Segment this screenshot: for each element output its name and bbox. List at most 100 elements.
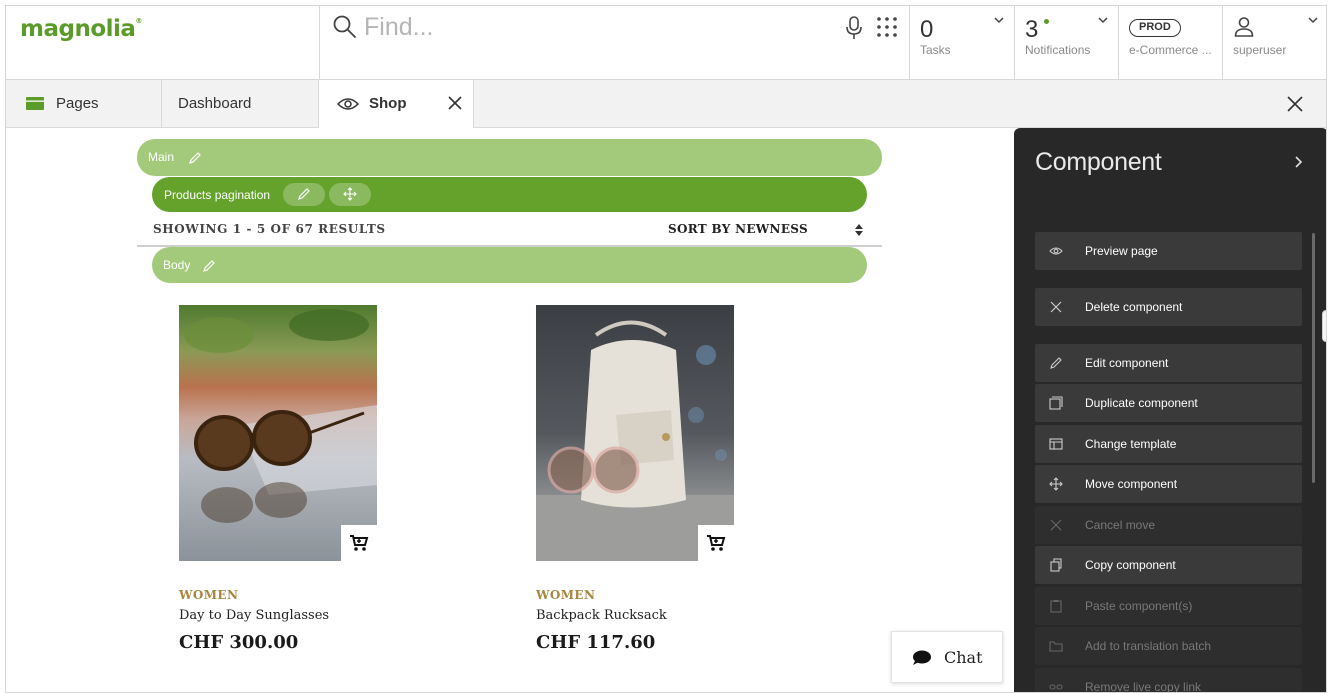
- body-area-bar[interactable]: Body: [152, 247, 867, 283]
- notifications-indicator[interactable]: 3 Notifications: [1015, 6, 1119, 80]
- pages-app-icon: [26, 97, 44, 110]
- product-image-backpack[interactable]: [536, 305, 734, 561]
- paste-component-action[interactable]: Paste component(s): [1035, 587, 1302, 625]
- action-label: Delete component: [1085, 300, 1183, 314]
- pencil-icon[interactable]: [188, 151, 202, 165]
- panel-scrollbar[interactable]: [1312, 233, 1315, 483]
- move-icon: [343, 187, 357, 201]
- magnolia-logo[interactable]: magnolia®: [20, 16, 142, 42]
- move-pagination-button[interactable]: [329, 183, 371, 206]
- product-category: WOMEN: [536, 588, 596, 602]
- product-price: CHF 300.00: [179, 632, 299, 653]
- product-image-sunglasses[interactable]: [179, 305, 377, 561]
- eye-icon: [337, 98, 359, 110]
- notification-dot: [1044, 19, 1049, 24]
- close-icon[interactable]: [448, 96, 462, 110]
- app-window: magnolia® 0 Tasks: [5, 5, 1327, 693]
- chat-bubble-icon: [913, 650, 931, 665]
- notifications-count: 3: [1025, 16, 1039, 43]
- tasks-count: 0: [920, 16, 934, 43]
- search-bar: [320, 6, 910, 80]
- component-action-panel: Component Preview page Delete component …: [1014, 128, 1326, 693]
- product-price: CHF 117.60: [536, 632, 656, 653]
- add-to-cart-button[interactable]: [698, 525, 734, 561]
- action-label: Add to translation batch: [1085, 639, 1212, 653]
- tab-pages-label: Pages: [56, 95, 99, 112]
- environment-indicator[interactable]: PROD e-Commerce ...: [1119, 6, 1223, 80]
- action-label: Preview page: [1085, 244, 1158, 258]
- tab-bar: Pages Dashboard Shop: [6, 80, 1326, 129]
- notifications-label: Notifications: [1025, 43, 1091, 57]
- move-icon: [1049, 477, 1063, 491]
- tasks-indicator[interactable]: 0 Tasks: [910, 6, 1015, 80]
- chevron-down-icon[interactable]: [1098, 16, 1108, 24]
- action-label: Edit component: [1085, 356, 1169, 370]
- chevron-down-icon[interactable]: [1308, 16, 1318, 24]
- app-launcher-icon[interactable]: [876, 16, 898, 38]
- add-to-cart-button[interactable]: [341, 525, 377, 561]
- eye-icon: [1049, 247, 1063, 255]
- remove-live-copy-link-action[interactable]: Remove live copy link: [1035, 668, 1302, 693]
- product-name[interactable]: Day to Day Sunglasses: [179, 608, 439, 623]
- action-label: Paste component(s): [1085, 599, 1193, 613]
- logo-area[interactable]: magnolia®: [6, 6, 320, 80]
- unlink-icon: [1049, 684, 1063, 690]
- microphone-icon[interactable]: [844, 16, 864, 40]
- product-category: WOMEN: [179, 588, 239, 602]
- chevron-down-icon[interactable]: [994, 16, 1004, 24]
- user-icon: [1234, 17, 1254, 37]
- sort-arrows-icon[interactable]: [855, 224, 863, 236]
- copy-component-action[interactable]: Copy component: [1035, 546, 1302, 584]
- action-label: Change template: [1085, 437, 1177, 451]
- tab-shop[interactable]: Shop: [319, 80, 474, 129]
- action-label: Cancel move: [1085, 518, 1156, 532]
- product-name[interactable]: Backpack Rucksack: [536, 608, 796, 623]
- duplicate-component-action[interactable]: Duplicate component: [1035, 384, 1302, 422]
- action-label: Move component: [1085, 477, 1178, 491]
- change-template-action[interactable]: Change template: [1035, 425, 1302, 463]
- tab-shop-label: Shop: [369, 95, 407, 112]
- cart-icon: [350, 535, 369, 551]
- search-icon[interactable]: [332, 14, 358, 40]
- body-area-label: Body: [163, 258, 191, 272]
- move-component-action[interactable]: Move component: [1035, 465, 1302, 503]
- folder-icon: [1049, 641, 1063, 652]
- action-label: Duplicate component: [1085, 396, 1198, 410]
- username: superuser: [1233, 43, 1287, 57]
- edit-pagination-button[interactable]: [283, 183, 325, 206]
- sort-select[interactable]: SORT BY NEWNESS: [668, 222, 808, 236]
- chevron-right-icon[interactable]: [1294, 156, 1304, 168]
- edit-component-action[interactable]: Edit component: [1035, 344, 1302, 382]
- tab-pages[interactable]: Pages: [6, 80, 162, 128]
- panel-title: Component: [1035, 148, 1162, 176]
- products-pagination-bar[interactable]: Products pagination: [152, 177, 867, 212]
- cancel-move-action[interactable]: Cancel move: [1035, 506, 1302, 544]
- template-icon: [1049, 438, 1063, 450]
- pencil-icon[interactable]: [202, 259, 216, 273]
- copy-icon: [1050, 558, 1062, 572]
- products-pagination-label: Products pagination: [164, 188, 271, 202]
- main-area-bar[interactable]: Main: [137, 139, 882, 176]
- app-header: magnolia® 0 Tasks: [6, 6, 1326, 80]
- close-app-icon[interactable]: [1287, 96, 1303, 112]
- page-preview: Main Products pagination SHOWING 1 - 5 O…: [6, 128, 1014, 692]
- pencil-icon: [1050, 357, 1062, 369]
- tab-dashboard[interactable]: Dashboard: [162, 80, 319, 128]
- main-area-label: Main: [148, 150, 175, 164]
- environment-label: e-Commerce ...: [1129, 43, 1212, 57]
- delete-component-action[interactable]: Delete component: [1035, 288, 1302, 326]
- search-input[interactable]: [364, 10, 804, 44]
- tasks-label: Tasks: [920, 43, 951, 57]
- preview-page-action[interactable]: Preview page: [1035, 232, 1302, 270]
- clipboard-icon: [1050, 600, 1062, 613]
- user-menu[interactable]: superuser: [1223, 6, 1326, 80]
- add-to-translation-batch-action[interactable]: Add to translation batch: [1035, 627, 1302, 665]
- close-icon: [1050, 519, 1062, 531]
- pencil-icon: [298, 188, 310, 200]
- action-label: Copy component: [1085, 558, 1176, 572]
- panel-resize-handle[interactable]: [1322, 310, 1326, 342]
- prod-badge: PROD: [1129, 19, 1181, 37]
- chat-button[interactable]: Chat: [891, 631, 1003, 683]
- action-label: Remove live copy link: [1085, 680, 1202, 693]
- results-count: SHOWING 1 - 5 OF 67 RESULTS: [153, 222, 386, 236]
